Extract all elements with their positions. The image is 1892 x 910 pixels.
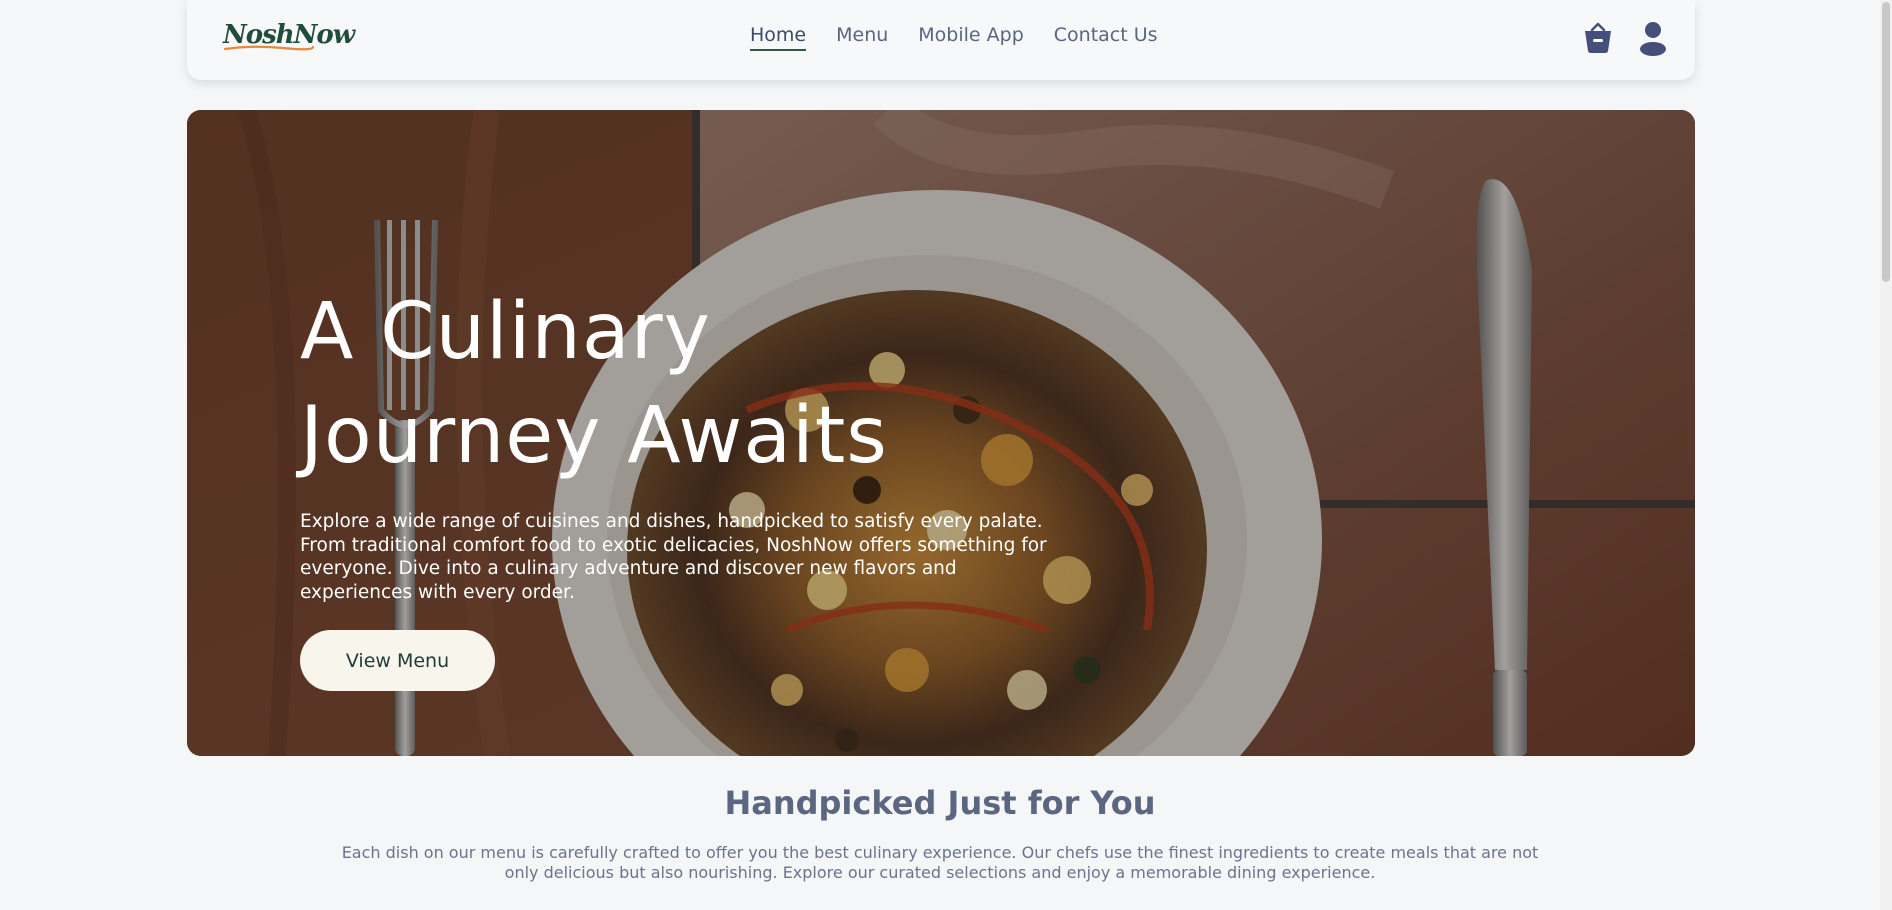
nav-link-contact-us[interactable]: Contact Us [1054, 24, 1158, 51]
section-title: Handpicked Just for You [724, 784, 1156, 822]
hero-title-line1: A Culinary [300, 287, 711, 377]
nav-link-home[interactable]: Home [750, 24, 807, 51]
nav-link-mobile-app[interactable]: Mobile App [918, 24, 1023, 51]
view-menu-button[interactable]: View Menu [300, 630, 495, 691]
top-navbar: NoshNow Home Menu Mobile App Contact Us [187, 0, 1695, 80]
nav-link-menu[interactable]: Menu [836, 24, 888, 51]
section-description: Each dish on our menu is carefully craft… [341, 843, 1539, 882]
page-scrollbar[interactable] [1880, 0, 1892, 910]
hero-description: Explore a wide range of cuisines and dis… [300, 511, 1047, 603]
user-icon[interactable] [1637, 20, 1669, 56]
basket-icon[interactable] [1582, 20, 1614, 56]
hero-title-line2: Journey Awaits [300, 391, 888, 481]
hero-title: A Culinary Journey Awaits [300, 280, 1100, 488]
main-nav: Home Menu Mobile App Contact Us [750, 24, 1158, 51]
hero-banner: A Culinary Journey Awaits Explore a wide… [187, 110, 1695, 756]
scrollbar-thumb[interactable] [1882, 2, 1890, 282]
logo-swoosh-icon [223, 45, 315, 51]
